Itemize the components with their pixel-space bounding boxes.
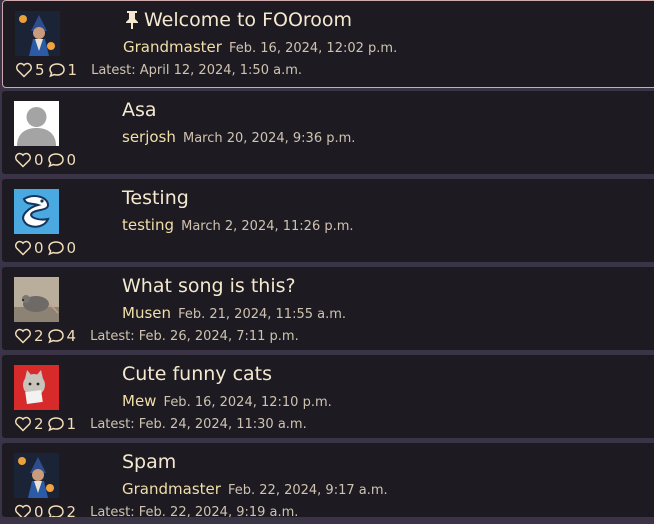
post-stats: 0 2 Latest: Feb. 22, 2024, 9:19 a.m. — [14, 503, 298, 517]
post-title-text: Spam — [122, 451, 177, 473]
post-title[interactable]: Asa — [122, 99, 157, 121]
post-meta: Grandmaster Feb. 22, 2024, 9:17 a.m. — [122, 479, 388, 498]
avatar[interactable] — [14, 453, 59, 498]
like-count: 5 — [35, 61, 45, 79]
post-date: Feb. 16, 2024, 12:10 p.m. — [163, 395, 332, 410]
heart-icon — [15, 152, 31, 168]
post-card[interactable]: Asa serjosh March 20, 2024, 9:36 p.m. 0 … — [2, 91, 654, 174]
post-date: Feb. 22, 2024, 9:17 a.m. — [228, 483, 388, 498]
post-meta: Grandmaster Feb. 16, 2024, 12:02 p.m. — [123, 37, 397, 56]
author-link[interactable]: Musen — [122, 304, 171, 322]
avatar[interactable] — [15, 11, 60, 56]
post-title-text: Cute funny cats — [122, 363, 273, 385]
pin-icon — [126, 11, 138, 29]
like-count: 0 — [34, 151, 44, 169]
heart-icon — [15, 240, 31, 256]
author-link[interactable]: Grandmaster — [122, 480, 221, 498]
author-link[interactable]: serjosh — [122, 128, 176, 146]
post-date: Feb. 16, 2024, 12:02 p.m. — [229, 41, 398, 56]
post-date: March 2, 2024, 11:26 p.m. — [181, 219, 354, 234]
heart-icon — [15, 504, 31, 517]
author-link[interactable]: testing — [122, 216, 174, 234]
like-count: 2 — [34, 415, 44, 433]
post-meta: Musen Feb. 21, 2024, 11:55 a.m. — [122, 303, 346, 322]
post-card[interactable]: Testing testing March 2, 2024, 11:26 p.m… — [2, 179, 654, 262]
post-stats: 0 0 — [14, 239, 76, 257]
author-link[interactable]: Grandmaster — [123, 38, 222, 56]
post-title-text: What song is this? — [122, 275, 296, 297]
post-card[interactable]: What song is this? Musen Feb. 21, 2024, … — [2, 267, 654, 350]
post-card[interactable]: Spam Grandmaster Feb. 22, 2024, 9:17 a.m… — [2, 443, 654, 517]
post-meta: Mew Feb. 16, 2024, 12:10 p.m. — [122, 391, 332, 410]
like-button[interactable]: 5 — [15, 61, 45, 79]
author-link[interactable]: Mew — [122, 392, 156, 410]
comment-count: 4 — [66, 327, 77, 345]
like-button[interactable]: 2 — [14, 415, 44, 433]
comment-icon — [48, 63, 65, 78]
post-title[interactable]: What song is this? — [122, 275, 296, 297]
like-count: 0 — [34, 239, 44, 257]
post-card[interactable]: Welcome to FOOroom Grandmaster Feb. 16, … — [2, 0, 654, 88]
post-feed: Welcome to FOOroom Grandmaster Feb. 16, … — [0, 0, 654, 524]
post-stats: 2 4 Latest: Feb. 26, 2024, 7:11 p.m. — [14, 327, 299, 345]
comment-icon — [47, 505, 64, 517]
comment-button[interactable]: 1 — [48, 61, 78, 79]
post-stats: 5 1 Latest: April 12, 2024, 1:50 a.m. — [15, 61, 302, 79]
comment-button[interactable]: 0 — [47, 151, 77, 169]
post-meta: testing March 2, 2024, 11:26 p.m. — [122, 215, 354, 234]
comment-count: 2 — [66, 503, 77, 517]
like-count: 2 — [34, 327, 44, 345]
heart-icon — [15, 328, 31, 344]
latest-activity[interactable]: Latest: Feb. 26, 2024, 7:11 p.m. — [90, 329, 299, 344]
comment-count: 0 — [66, 151, 77, 169]
post-title[interactable]: Spam — [122, 451, 176, 473]
avatar[interactable] — [14, 189, 59, 234]
avatar[interactable] — [14, 365, 59, 410]
post-title-text: Welcome to FOOroom — [144, 9, 353, 31]
comment-button[interactable]: 0 — [47, 239, 77, 257]
post-card[interactable]: Cute funny cats Mew Feb. 16, 2024, 12:10… — [2, 355, 654, 438]
heart-icon — [16, 62, 32, 78]
like-count: 0 — [34, 503, 44, 517]
post-title-text: Testing — [122, 187, 189, 209]
comment-icon — [47, 329, 64, 344]
comment-button[interactable]: 4 — [47, 327, 77, 345]
comment-button[interactable]: 2 — [47, 503, 77, 517]
like-button[interactable]: 0 — [14, 151, 44, 169]
latest-activity[interactable]: Latest: Feb. 22, 2024, 9:19 a.m. — [90, 505, 298, 518]
like-button[interactable]: 2 — [14, 327, 44, 345]
comment-icon — [47, 417, 64, 432]
comment-button[interactable]: 1 — [47, 415, 77, 433]
latest-activity[interactable]: Latest: Feb. 24, 2024, 11:30 a.m. — [90, 417, 307, 432]
comment-icon — [47, 241, 64, 256]
post-meta: serjosh March 20, 2024, 9:36 p.m. — [122, 127, 355, 146]
comment-count: 0 — [66, 239, 77, 257]
post-title-text: Asa — [122, 99, 157, 121]
like-button[interactable]: 0 — [14, 239, 44, 257]
post-stats: 2 1 Latest: Feb. 24, 2024, 11:30 a.m. — [14, 415, 307, 433]
post-title[interactable]: Cute funny cats — [122, 363, 272, 385]
post-stats: 0 0 — [14, 151, 76, 169]
comment-count: 1 — [66, 415, 77, 433]
heart-icon — [15, 416, 31, 432]
avatar[interactable] — [14, 101, 59, 146]
post-date: March 20, 2024, 9:36 p.m. — [182, 131, 356, 146]
post-title[interactable]: Welcome to FOOroom — [123, 9, 352, 31]
post-date: Feb. 21, 2024, 11:55 a.m. — [178, 307, 347, 322]
avatar[interactable] — [14, 277, 59, 322]
latest-activity[interactable]: Latest: April 12, 2024, 1:50 a.m. — [91, 63, 302, 78]
comment-count: 1 — [67, 61, 78, 79]
comment-icon — [47, 153, 64, 168]
like-button[interactable]: 0 — [14, 503, 44, 517]
post-title[interactable]: Testing — [122, 187, 189, 209]
